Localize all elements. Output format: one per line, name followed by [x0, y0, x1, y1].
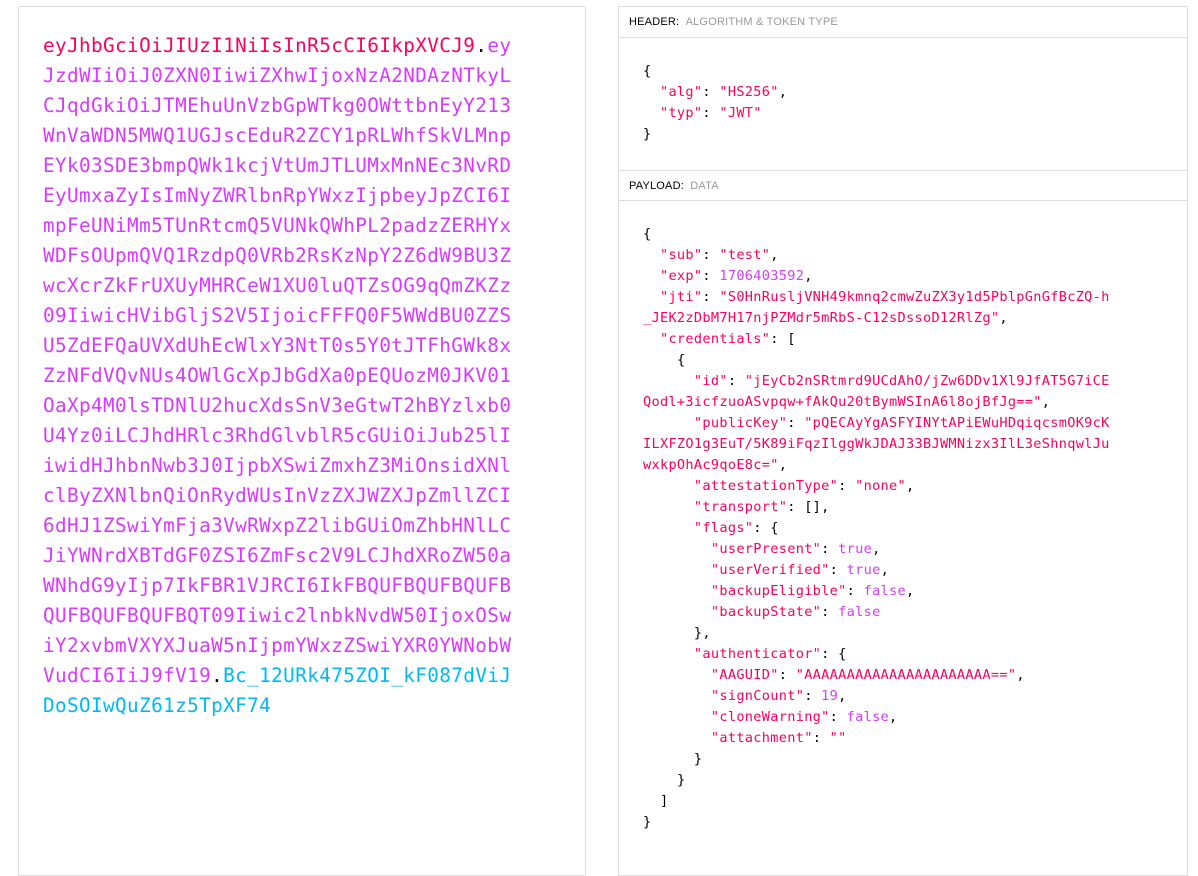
decoded-panel: HEADER: ALGORITHM & TOKEN TYPE { "alg": … [618, 6, 1188, 876]
header-json[interactable]: { "alg": "HS256", "typ": "JWT" } [643, 61, 787, 145]
token-header-part[interactable]: eyJhbGciOiJIUzI1NiIsInR5cCI6IkpXVCJ9 [43, 34, 475, 57]
payload-section-title: PAYLOAD: DATA [619, 170, 1187, 201]
token-payload-part[interactable]: eyJzdWIiOiJ0ZXN0IiwiZXhwIjoxNzA2NDAzNTky… [43, 34, 511, 687]
token-dot: . [475, 34, 488, 57]
header-section-title: HEADER: ALGORITHM & TOKEN TYPE [619, 7, 1187, 38]
payload-json[interactable]: { "sub": "test", "exp": 1706403592, "jti… [643, 224, 1113, 833]
encoded-token-panel[interactable]: eyJhbGciOiJIUzI1NiIsInR5cCI6IkpXVCJ9.eyJ… [18, 6, 586, 876]
encoded-token[interactable]: eyJhbGciOiJIUzI1NiIsInR5cCI6IkpXVCJ9.eyJ… [43, 31, 513, 721]
header-subtitle: ALGORITHM & TOKEN TYPE [685, 16, 838, 28]
header-title: HEADER: [629, 16, 680, 28]
header-json-editor[interactable]: { "alg": "HS256", "typ": "JWT" } [619, 38, 1187, 170]
payload-subtitle: DATA [690, 180, 719, 192]
payload-title: PAYLOAD: [629, 180, 684, 192]
token-dot: . [211, 664, 224, 687]
